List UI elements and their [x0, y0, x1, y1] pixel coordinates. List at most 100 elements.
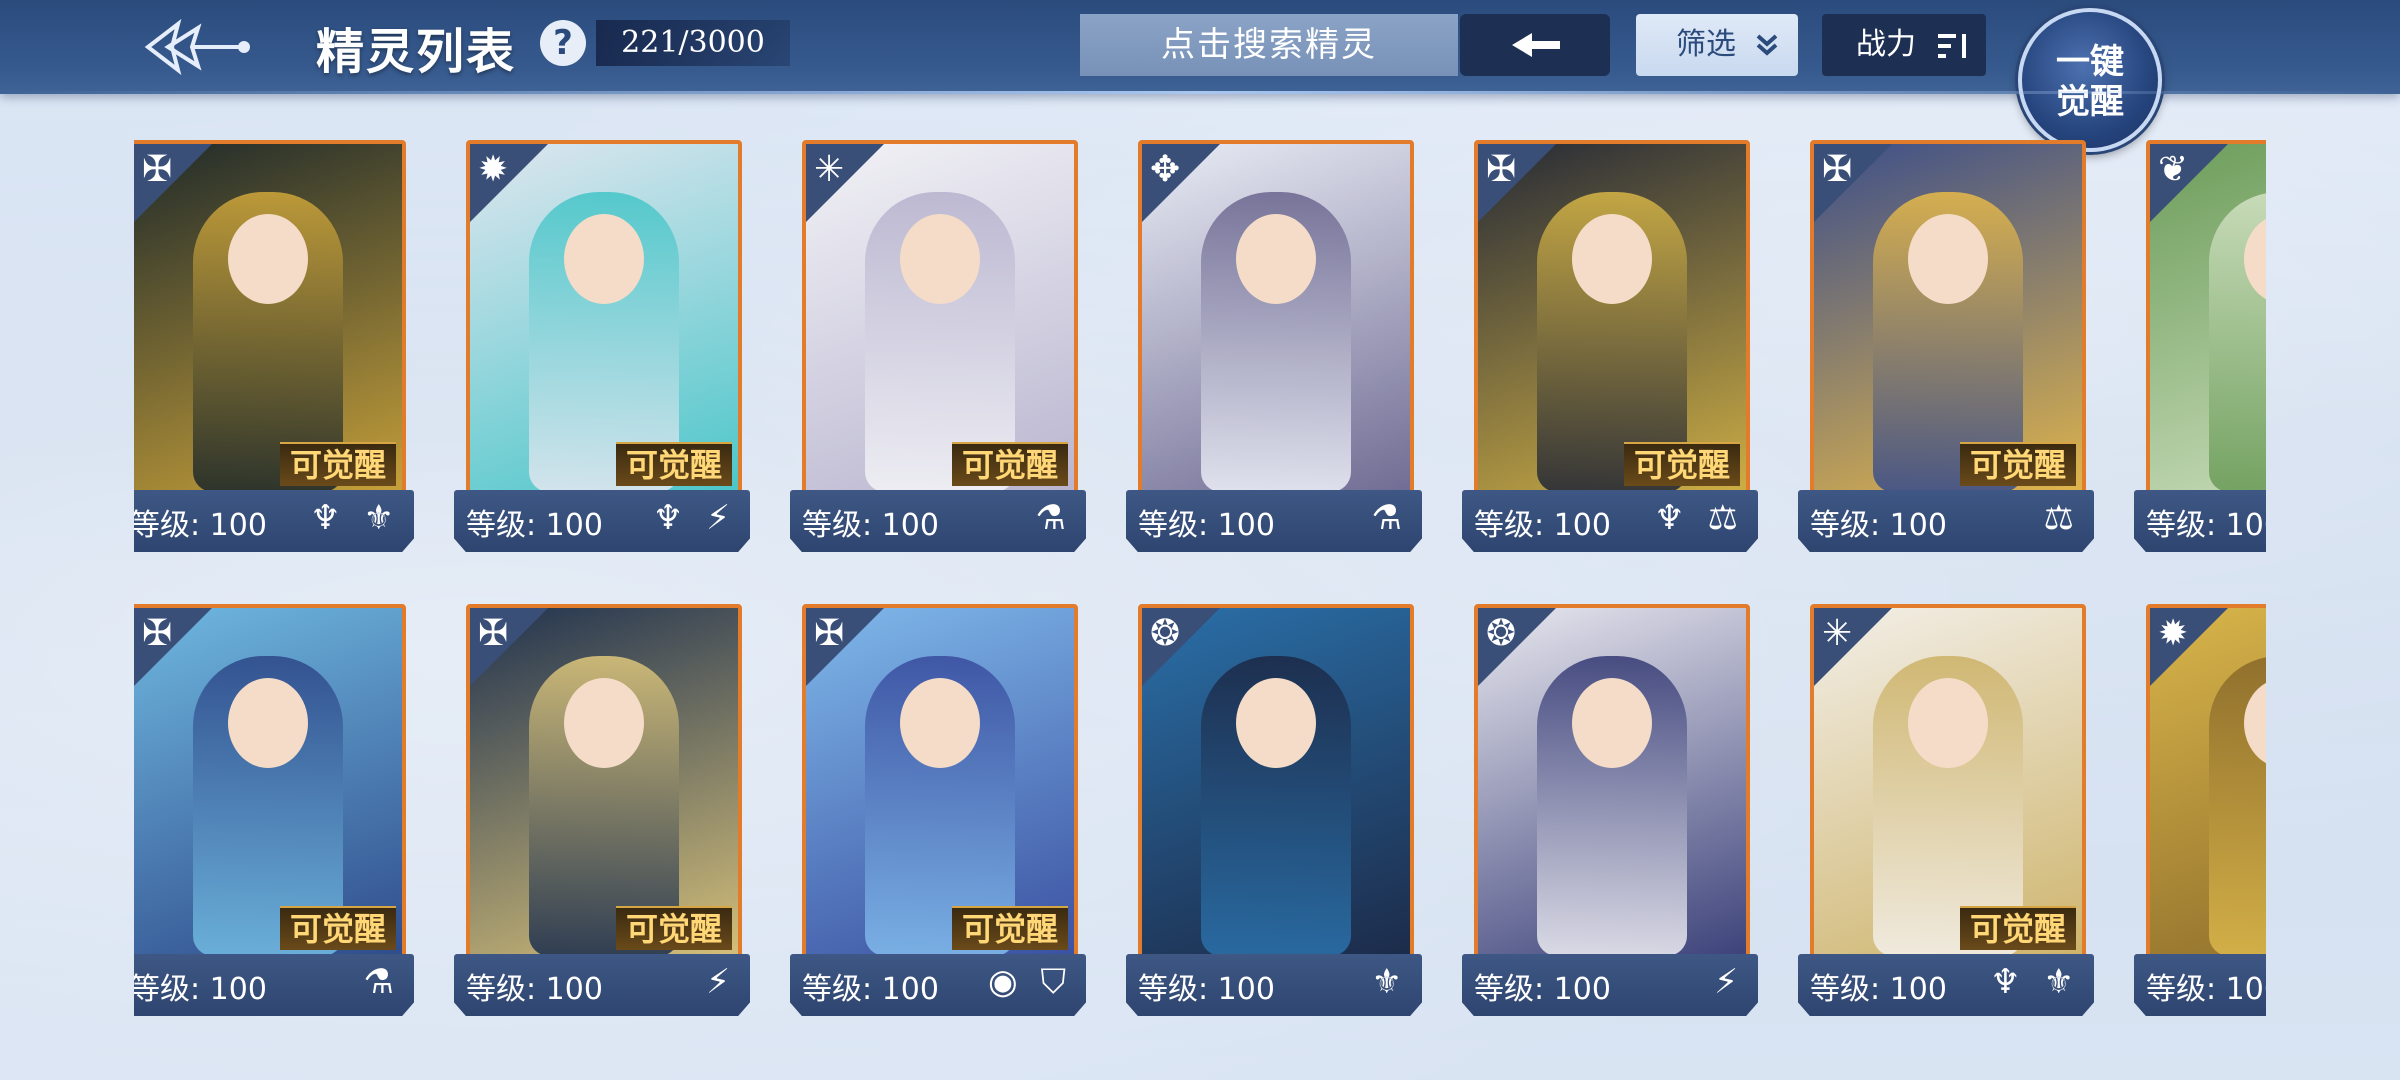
level-label: 等级: 100 [1138, 508, 1275, 543]
spirit-grid: ✠ 可觉醒 等级: 100 ♆ ⚜ ✹ 可觉醒 等级: 100 ♆ ⚡ ✳ 可觉醒 等级: 100 ⚗… [134, 136, 2266, 1016]
spirit-portrait: ✠ 可觉醒 [802, 604, 1078, 968]
spirit-head [228, 214, 308, 304]
card-info-bar: 等级: 100 ⚗ [134, 954, 414, 1016]
spirit-card[interactable]: ✠ 可觉醒 等级: 100 ◉ ⛉ [790, 600, 1092, 1016]
skill-icons: ♆ ⚖ [1654, 498, 1744, 538]
skill-icons: ⚡ [706, 962, 736, 1002]
spirit-portrait: ✠ 可觉醒 [466, 604, 742, 968]
level-label: 等级: 100 [134, 972, 267, 1007]
search-back-button[interactable] [1460, 14, 1610, 76]
level-label: 等级: 100 [1138, 972, 1275, 1007]
element-icon: ✠ [814, 613, 845, 654]
level-label: 等级: 100 [802, 508, 939, 543]
element-icon: ✹ [2158, 613, 2189, 654]
element-icon: ✠ [1822, 149, 1853, 190]
filter-label: 筛选 [1676, 27, 1736, 62]
element-icon: ✠ [142, 149, 173, 190]
element-icon: ✠ [142, 613, 173, 654]
awakenable-badge: 可觉醒 [279, 906, 396, 950]
spirit-portrait: ✳ 可觉醒 [1810, 604, 2086, 968]
level-label: 等级: 100 [2146, 508, 2266, 543]
spirit-head [1572, 214, 1652, 304]
winged-emblem-icon [144, 18, 250, 76]
spirit-portrait: ✠ 可觉醒 [1810, 140, 2086, 504]
element-icon: ✥ [1150, 149, 1181, 190]
spirit-card[interactable]: ✠ 可觉醒 等级: 100 ⚗ [134, 600, 420, 1016]
skill-icons: ⚗ [1035, 498, 1072, 538]
spirit-head [900, 214, 980, 304]
back-button[interactable] [138, 14, 256, 80]
spirit-head [900, 678, 980, 768]
skill-icons: ⚗ [1371, 498, 1408, 538]
skill-icons: ⚜ [1371, 962, 1408, 1002]
card-info-bar: 等级: 100 ⚜ [1126, 954, 1422, 1016]
spirit-portrait: ❦ [2146, 140, 2266, 504]
spirit-card[interactable]: ✹ 等级: 100 [2134, 600, 2266, 1016]
spirit-head [1908, 678, 1988, 768]
skill-icons: ♆ ⚜ [1990, 962, 2080, 1002]
level-label: 等级: 100 [1810, 508, 1947, 543]
help-button[interactable]: ? [540, 20, 586, 66]
search-input[interactable]: 点击搜索精灵 [1080, 14, 1458, 76]
spirit-card[interactable]: ✠ 可觉醒 等级: 100 ♆ ⚜ [134, 136, 420, 556]
spirit-head [1572, 678, 1652, 768]
spirit-card[interactable]: ✳ 可觉醒等级: 100 ⚗ [790, 136, 1092, 556]
sort-power-label: 战力 [1856, 27, 1916, 62]
element-icon: ✳ [814, 149, 845, 190]
spirit-card[interactable]: ✠ 可觉醒等级: 100 ♆ ⚖ [1462, 136, 1764, 556]
card-info-bar: 等级: 100 ⚡ [454, 954, 750, 1016]
skill-icons: ♆ ⚡ [652, 498, 736, 538]
awakenable-badge: 可觉醒 [1623, 442, 1740, 486]
spirit-head [564, 678, 644, 768]
skill-icons: ◉ ⛉ [988, 962, 1072, 1002]
card-info-bar: 等级: 100 ♆ ⚜ [134, 490, 414, 552]
top-bar: 精灵列表 ? 221/3000 点击搜索精灵 筛选 战力 一键 觉醒 [0, 0, 2400, 152]
one-click-awaken-button[interactable]: 一键 觉醒 [2018, 8, 2162, 152]
filter-button[interactable]: 筛选 [1636, 14, 1798, 76]
spirit-head [1908, 214, 1988, 304]
spirit-card[interactable]: ✳ 可觉醒 等级: 100 ♆ ⚜ [1798, 600, 2100, 1016]
spirit-portrait: ❂ [1138, 604, 1414, 968]
spirit-head [1236, 678, 1316, 768]
spirit-portrait: ✥ [1138, 140, 1414, 504]
awakenable-badge: 可觉醒 [1959, 442, 2076, 486]
level-label: 等级: 100 [1474, 508, 1611, 543]
spirit-portrait: ✹ [2146, 604, 2266, 968]
spirit-portrait: ✹ 可觉醒 [466, 140, 742, 504]
spirit-card[interactable]: ✥ 等级: 100 ⚗ [1126, 136, 1428, 556]
spirit-portrait: ✳ 可觉醒 [802, 140, 1078, 504]
spirit-card[interactable]: ✠ 可觉醒等级: 100 ⚡ [454, 600, 756, 1016]
card-info-bar: 等级: 100 [2134, 954, 2266, 1016]
card-info-bar: 等级: 100 [2134, 490, 2266, 552]
level-label: 等级: 100 [466, 508, 603, 543]
card-info-bar: 等级: 100 ♆ ⚖ [1462, 490, 1758, 552]
level-label: 等级: 100 [2146, 972, 2266, 1007]
level-label: 等级: 100 [466, 972, 603, 1007]
awakenable-badge: 可觉醒 [279, 442, 396, 486]
spirit-portrait: ✠ 可觉醒 [1474, 140, 1750, 504]
card-info-bar: 等级: 100 ⚗ [1126, 490, 1422, 552]
arrow-left-icon [1512, 33, 1560, 57]
spirit-card[interactable]: ✹ 可觉醒等级: 100 ♆ ⚡ [454, 136, 756, 556]
skill-icons: ⚡ [1714, 962, 1744, 1002]
spirit-card[interactable]: ❦ 等级: 100 [2134, 136, 2266, 556]
collection-count: 221/3000 [596, 20, 790, 66]
level-label: 等级: 100 [1474, 972, 1611, 1007]
sort-power-button[interactable]: 战力 [1822, 14, 1986, 76]
element-icon: ✠ [478, 613, 509, 654]
card-info-bar: 等级: 100 ⚖ [1798, 490, 2094, 552]
spirit-head [1236, 214, 1316, 304]
card-info-bar: 等级: 100 ♆ ⚜ [1798, 954, 2094, 1016]
skill-icons: ⚖ [2043, 498, 2080, 538]
element-icon: ❦ [2158, 149, 2189, 190]
skill-icons: ⚗ [363, 962, 400, 1002]
spirit-card[interactable]: ✠ 可觉醒 等级: 100 ⚖ [1798, 136, 2100, 556]
sort-icon [1938, 34, 1966, 58]
spirit-head [564, 214, 644, 304]
spirit-portrait: ✠ 可觉醒 [134, 140, 406, 504]
spirit-card[interactable]: ❂ 等级: 100 ⚜ [1126, 600, 1428, 1016]
awaken-label-2: 觉醒 [2056, 82, 2124, 122]
spirit-card[interactable]: ❂ 等级: 100 ⚡ [1462, 600, 1764, 1016]
element-icon: ❂ [1150, 613, 1181, 654]
element-icon: ❂ [1486, 613, 1517, 654]
